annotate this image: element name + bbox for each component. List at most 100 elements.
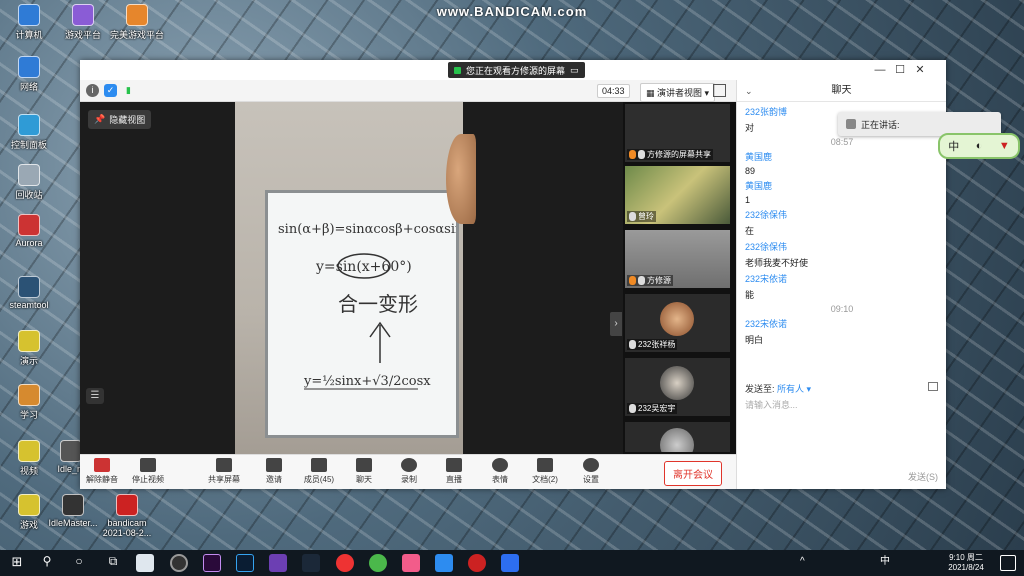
desktop-icon[interactable]: 演示 xyxy=(2,330,56,367)
netease-music-icon[interactable] xyxy=(336,554,354,572)
app-icon xyxy=(18,440,40,462)
desktop-icon-label: 网络 xyxy=(19,82,38,92)
notification-icon[interactable] xyxy=(1000,555,1016,571)
desktop-icon[interactable]: 完美游戏平台 xyxy=(110,4,164,41)
shield-icon[interactable]: ✓ xyxy=(104,84,117,97)
tray-arrow-icon[interactable]: ^ xyxy=(800,557,805,567)
bird-icon[interactable] xyxy=(435,554,453,572)
send-to-label: 发送至: xyxy=(745,384,775,394)
stop-video-button[interactable]: 停止视频 xyxy=(128,458,168,485)
desktop-icon[interactable]: IdleMaster... xyxy=(46,494,100,528)
file-icon[interactable] xyxy=(928,382,938,391)
send-to-dropdown[interactable]: 所有人 ▾ xyxy=(777,384,811,394)
settings-button[interactable]: 设置 xyxy=(571,458,611,485)
obs-icon[interactable] xyxy=(170,554,188,572)
clock[interactable]: 9:10 周二 2021/8/24 xyxy=(938,553,994,573)
whiteboard: sin(α+β)=sinαcosβ+cosαsinβ y=sin(x+60°) … xyxy=(265,190,459,438)
share-banner[interactable]: 您正在观看方修源的屏幕 ▭ xyxy=(448,62,585,78)
app-icon xyxy=(18,4,40,26)
thumbnail-partial[interactable] xyxy=(625,422,730,452)
task-view-icon[interactable]: ⧉ xyxy=(104,554,122,572)
signal-icon[interactable]: ▮ xyxy=(122,84,135,97)
desktop-icon[interactable]: bandicam 2021-08-2... xyxy=(100,494,154,538)
close-button[interactable]: ✕ xyxy=(912,62,928,78)
thumbnail-wu[interactable]: 232吴宏宇 xyxy=(625,358,730,416)
bilibili-icon[interactable] xyxy=(402,554,420,572)
chat-panel: ⌄ 聊天 232张韵博对 08:57 黄国鹿 89 黄国鹿 1 232徐保伟在 232徐保伟老… xyxy=(736,80,946,489)
message-text: 89 xyxy=(745,166,756,176)
moon-icon: ◐ xyxy=(975,140,983,152)
thumbnail-screen-share[interactable]: 方修源的屏幕共享 xyxy=(625,104,730,162)
chat-button[interactable]: 聊天 xyxy=(344,458,384,485)
file-explorer-icon[interactable] xyxy=(136,554,154,572)
info-icon[interactable]: i xyxy=(86,84,99,97)
list-icon[interactable]: ☰ xyxy=(86,388,104,404)
reactions-button[interactable]: 表情 xyxy=(480,458,520,485)
desktop-icon[interactable]: 计算机 xyxy=(2,4,56,41)
smiley-icon xyxy=(492,458,508,472)
participants-button[interactable]: 成员(45) xyxy=(299,458,339,485)
start-icon[interactable]: ⊞ xyxy=(8,554,26,572)
invite-button[interactable]: 邀请 xyxy=(254,458,294,485)
maximize-button[interactable]: ☐ xyxy=(892,62,908,78)
share-icon xyxy=(629,150,636,159)
documents-label: 文档(2) xyxy=(532,475,558,484)
visual-studio-icon[interactable] xyxy=(269,554,287,572)
premiere-icon[interactable] xyxy=(203,554,221,572)
message-timestamp: 09:10 xyxy=(830,304,854,314)
mic-icon xyxy=(638,276,645,285)
ime-floating-toolbar[interactable]: 中 ◐ ▼ xyxy=(938,133,1020,159)
bandicam-icon[interactable] xyxy=(468,554,486,572)
desktop-icon[interactable]: 控制面板 xyxy=(2,114,56,151)
desktop-icon-label: Aurora xyxy=(15,238,43,248)
add-person-icon xyxy=(266,458,282,472)
steam-icon[interactable] xyxy=(302,554,320,572)
live-button[interactable]: 直播 xyxy=(434,458,474,485)
pin-icon: 📌 xyxy=(94,114,106,124)
desktop-icon[interactable]: 学习 xyxy=(2,384,56,421)
leave-meeting-button[interactable]: 离开会议 xyxy=(664,461,722,486)
record-button[interactable]: 录制 xyxy=(389,458,429,485)
send-button[interactable]: 发送(S) xyxy=(908,470,938,483)
tray-ime-indicator[interactable]: 中 xyxy=(880,557,890,567)
meeting-app-icon[interactable] xyxy=(501,554,519,572)
desktop-icon[interactable]: 回收站 xyxy=(2,164,56,201)
documents-button[interactable]: 文档(2) xyxy=(525,458,565,485)
fullscreen-icon[interactable] xyxy=(713,84,726,97)
chevron-down-icon[interactable]: ⌄ xyxy=(745,80,753,102)
share-icon xyxy=(629,276,636,285)
hide-view-button[interactable]: 📌 隐藏视图 xyxy=(88,110,152,129)
speaker-view-button[interactable]: ▦ 演讲者视图 ▾ xyxy=(640,83,716,102)
invite-label: 邀请 xyxy=(266,475,282,484)
cortana-icon[interactable]: ○ xyxy=(70,554,88,572)
unmute-button[interactable]: 解除静音 xyxy=(82,458,122,485)
formula-line-1: sin(α+β)=sinαcosβ+cosαsinβ xyxy=(278,222,456,237)
thumbnail-name: 曾玲 xyxy=(638,212,654,221)
thumbnail-name: 方修源 xyxy=(647,276,671,285)
clock-time: 9:10 周二 xyxy=(949,553,983,562)
thumbnail-zhang[interactable]: 232张祥杨 xyxy=(625,294,730,352)
thumbnail-zengling[interactable]: 曾玲 xyxy=(625,166,730,224)
photoshop-icon[interactable] xyxy=(236,554,254,572)
desktop-icon[interactable]: 游戏平台 xyxy=(56,4,110,41)
speaker-view-label: 演讲者视图 xyxy=(657,88,703,98)
minimize-button[interactable]: — xyxy=(872,62,888,78)
up-arrow-mark xyxy=(369,321,391,363)
desktop-icon[interactable]: 网络 xyxy=(2,56,56,93)
desktop-icon-label: 控制面板 xyxy=(10,140,47,150)
avatar xyxy=(660,366,694,400)
app-icon xyxy=(62,494,84,516)
chat-input[interactable]: 请输入消息... xyxy=(745,398,935,458)
share-screen-button[interactable]: 共享屏幕 xyxy=(204,458,244,485)
thumbnail-fang[interactable]: 方修源 xyxy=(625,230,730,288)
collapse-thumbnails-icon[interactable]: › xyxy=(610,312,622,336)
mic-muted-icon xyxy=(94,458,110,472)
search-icon[interactable]: ⚲ xyxy=(38,554,56,572)
mic-muted-icon xyxy=(629,340,636,349)
message-text: 能 xyxy=(745,290,755,300)
desktop-icon[interactable]: Aurora xyxy=(2,214,56,248)
game-icon[interactable] xyxy=(369,554,387,572)
chat-messages[interactable]: 232张韵博对 08:57 黄国鹿 89 黄国鹿 1 232徐保伟在 232徐保伟 老师我麦不好… xyxy=(737,102,947,374)
desktop-icon[interactable]: steamtool xyxy=(2,276,56,310)
desktop-icon-label: steamtool xyxy=(9,300,49,310)
